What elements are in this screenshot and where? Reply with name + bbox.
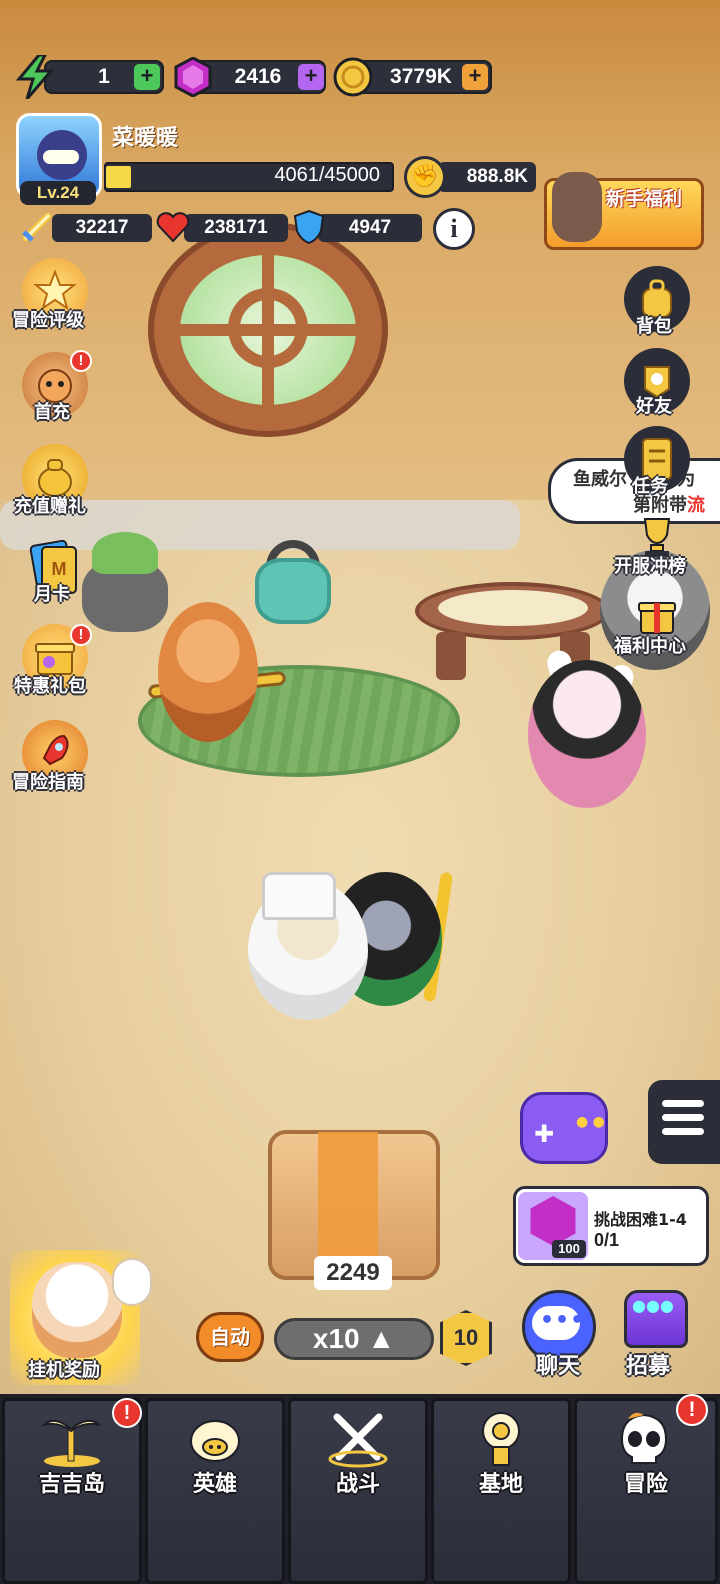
- speech-text-highlight: 流: [687, 495, 705, 516]
- multiplier-button[interactable]: x10 ▲: [274, 1318, 434, 1360]
- attack-stat: 32217: [52, 214, 152, 242]
- gamepad-dpad-icon: ✚: [534, 1120, 555, 1148]
- tab-label: 吉吉岛: [38, 1472, 105, 1497]
- auto-button[interactable]: 自动: [196, 1312, 264, 1362]
- svg-text:M: M: [52, 559, 67, 579]
- palm-island-icon: [37, 1408, 107, 1470]
- lucky-cat-arm: [112, 1258, 152, 1306]
- player-name: 菜暖暖: [112, 126, 179, 151]
- right-menu-label: 好友: [636, 396, 672, 417]
- chat-label: 聊天: [536, 1354, 581, 1379]
- left-menu-label: 冒险评级: [12, 310, 84, 331]
- left-menu-label: 特惠礼包: [14, 676, 86, 697]
- chat-dots-icon: •••: [540, 1308, 586, 1333]
- table-cloth: [438, 590, 588, 626]
- xp-text: 4061/45000: [274, 164, 380, 186]
- hero-monkey-king[interactable]: [158, 602, 258, 742]
- plant: [92, 532, 158, 574]
- idle-reward-label: 挂机奖励: [28, 1360, 100, 1381]
- left-menu-label: 充值赠礼: [14, 496, 86, 517]
- gem-icon: [172, 56, 214, 98]
- challenge-progress: 0/1: [594, 1230, 620, 1250]
- speech-text: 鱼威尔: [573, 469, 627, 490]
- newbie-welfare-label: 新手福利: [606, 188, 683, 210]
- left-menu-label: 冒险指南: [12, 772, 84, 793]
- hero-icon: [180, 1408, 250, 1470]
- alert-badge: !: [112, 1398, 142, 1428]
- recruit-label: 招募: [626, 1354, 671, 1379]
- add-energy-button[interactable]: +: [134, 64, 160, 90]
- challenge-title: 挑战困难1-4: [594, 1210, 687, 1229]
- defense-stat: 4947: [318, 214, 422, 242]
- capsule-machine-icon: ●●●: [632, 1296, 674, 1315]
- window-hub: [228, 288, 308, 368]
- shield-icon: [292, 209, 326, 245]
- gamepad-buttons-icon: ● ●: [576, 1114, 605, 1130]
- add-gems-button[interactable]: +: [298, 64, 324, 90]
- left-menu-label: 首充: [34, 402, 70, 423]
- right-menu-label: 背包: [636, 316, 672, 337]
- right-menu-label: 福利中心: [614, 636, 686, 657]
- alert-badge: !: [70, 624, 92, 646]
- hp-stat: 238171: [184, 214, 288, 242]
- box-count: 2249: [314, 1256, 392, 1290]
- add-coins-button[interactable]: +: [462, 64, 488, 90]
- list-menu-icon: [662, 1100, 704, 1142]
- tab-label: 战斗: [335, 1472, 380, 1497]
- alert-badge: !: [70, 350, 92, 372]
- hero-bunny-girl[interactable]: [528, 660, 646, 808]
- left-menu-label: 月卡: [34, 584, 70, 605]
- base-tower-icon: [466, 1408, 536, 1470]
- tab-label: 基地: [478, 1472, 523, 1497]
- lightning-icon: [14, 55, 56, 99]
- right-menu-label: 任务: [632, 476, 668, 497]
- skull-icon: [609, 1408, 679, 1470]
- crossed-swords-icon: [323, 1408, 393, 1470]
- tab-label: 冒险: [623, 1472, 668, 1497]
- top-hat: [262, 872, 336, 920]
- gem-reward-count: 100: [552, 1240, 586, 1258]
- power-value: 888.8K: [438, 162, 536, 192]
- table-leg: [436, 632, 466, 680]
- kettlebell: [255, 558, 331, 624]
- sword-icon: [20, 210, 54, 244]
- newbie-character-icon: [552, 172, 602, 242]
- alert-badge: !: [676, 1394, 708, 1426]
- heart-icon: [156, 210, 190, 244]
- tab-label: 英雄: [192, 1472, 237, 1497]
- info-button[interactable]: i: [433, 208, 475, 250]
- right-menu-label: 开服冲榜: [614, 556, 686, 577]
- avatar-eyes: [43, 150, 79, 164]
- player-level: Lv.24: [20, 181, 96, 205]
- fist-icon: ✊: [404, 156, 446, 198]
- coin-icon: [332, 56, 374, 98]
- lucky-cat-icon: [32, 1262, 122, 1358]
- xp-bar-fill: [106, 166, 131, 188]
